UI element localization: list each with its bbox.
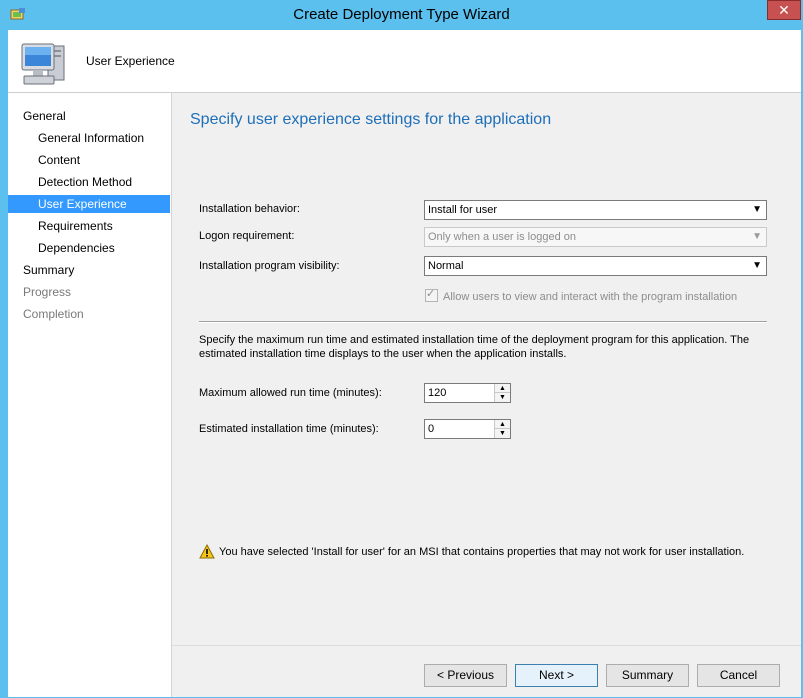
warning-icon: [199, 544, 215, 559]
section-divider: [199, 321, 767, 323]
increment-arrow-icon[interactable]: ▲: [495, 384, 510, 393]
warning-text: You have selected 'Install for user' for…: [219, 546, 745, 558]
installation-behavior-select[interactable]: Install for user ▼: [424, 200, 767, 220]
warning-message: You have selected 'Install for user' for…: [199, 544, 744, 559]
page-heading: Specify user experience settings for the…: [190, 111, 552, 128]
program-visibility-value: Normal: [428, 260, 464, 272]
decrement-arrow-icon[interactable]: ▼: [495, 429, 510, 438]
chevron-down-icon: ▼: [752, 204, 762, 215]
sidebar-item-detection-method[interactable]: Detection Method: [8, 173, 170, 191]
computer-icon: [21, 43, 65, 85]
wizard-content: Specify user experience settings for the…: [172, 93, 801, 697]
chevron-down-icon: ▼: [752, 231, 762, 242]
wizard-window: Create Deployment Type Wizard ✕ User Exp…: [0, 0, 803, 698]
allow-interact-row: ✓ Allow users to view and interact with t…: [425, 288, 738, 303]
stepper-buttons: ▲ ▼: [494, 384, 510, 402]
sidebar-item-summary[interactable]: Summary: [8, 261, 170, 279]
sidebar-item-dependencies[interactable]: Dependencies: [8, 239, 170, 257]
sidebar-item-content[interactable]: Content: [8, 151, 170, 169]
sidebar-item-general[interactable]: General: [8, 107, 170, 125]
summary-button[interactable]: Summary: [606, 664, 689, 687]
title-bar[interactable]: Create Deployment Type Wizard ✕: [0, 0, 803, 30]
next-button[interactable]: Next >: [515, 664, 598, 687]
logon-requirement-label: Logon requirement:: [199, 230, 295, 242]
cancel-button[interactable]: Cancel: [697, 664, 780, 687]
sidebar-item-general-information[interactable]: General Information: [8, 129, 170, 147]
max-run-time-stepper[interactable]: 120 ▲ ▼: [424, 383, 511, 403]
wizard-header: User Experience: [8, 30, 801, 93]
runtime-description: Specify the maximum run time and estimat…: [199, 334, 750, 360]
checkmark-icon: ✓: [426, 288, 436, 300]
stepper-buttons: ▲ ▼: [494, 420, 510, 438]
footer-divider: [172, 645, 801, 646]
close-button[interactable]: ✕: [767, 0, 801, 20]
wizard-sidebar: General General Information Content Dete…: [8, 93, 172, 697]
est-install-time-stepper[interactable]: 0 ▲ ▼: [424, 419, 511, 439]
header-title: User Experience: [86, 54, 175, 68]
est-install-time-label: Estimated installation time (minutes):: [199, 423, 379, 435]
logon-requirement-select: Only when a user is logged on ▼: [424, 227, 767, 247]
sidebar-item-completion: Completion: [23, 307, 84, 321]
window-title: Create Deployment Type Wizard: [293, 6, 510, 23]
sidebar-item-user-experience[interactable]: User Experience: [8, 195, 170, 213]
installation-behavior-value: Install for user: [428, 204, 498, 216]
installation-behavior-label: Installation behavior:: [199, 203, 300, 215]
max-run-time-value: 120: [428, 387, 447, 399]
allow-interact-label: Allow users to view and interact with th…: [443, 291, 738, 303]
decrement-arrow-icon[interactable]: ▼: [495, 393, 510, 402]
max-run-time-label: Maximum allowed run time (minutes):: [199, 387, 382, 399]
program-visibility-label: Installation program visibility:: [199, 260, 340, 272]
logon-requirement-value: Only when a user is logged on: [428, 231, 576, 243]
chevron-down-icon: ▼: [752, 260, 762, 271]
previous-button[interactable]: < Previous: [424, 664, 507, 687]
sidebar-item-progress: Progress: [23, 285, 72, 299]
program-visibility-select[interactable]: Normal ▼: [424, 256, 767, 276]
sidebar-item-requirements[interactable]: Requirements: [8, 217, 170, 235]
est-install-time-value: 0: [428, 423, 435, 435]
increment-arrow-icon[interactable]: ▲: [495, 420, 510, 429]
allow-interact-checkbox: ✓: [425, 288, 438, 302]
